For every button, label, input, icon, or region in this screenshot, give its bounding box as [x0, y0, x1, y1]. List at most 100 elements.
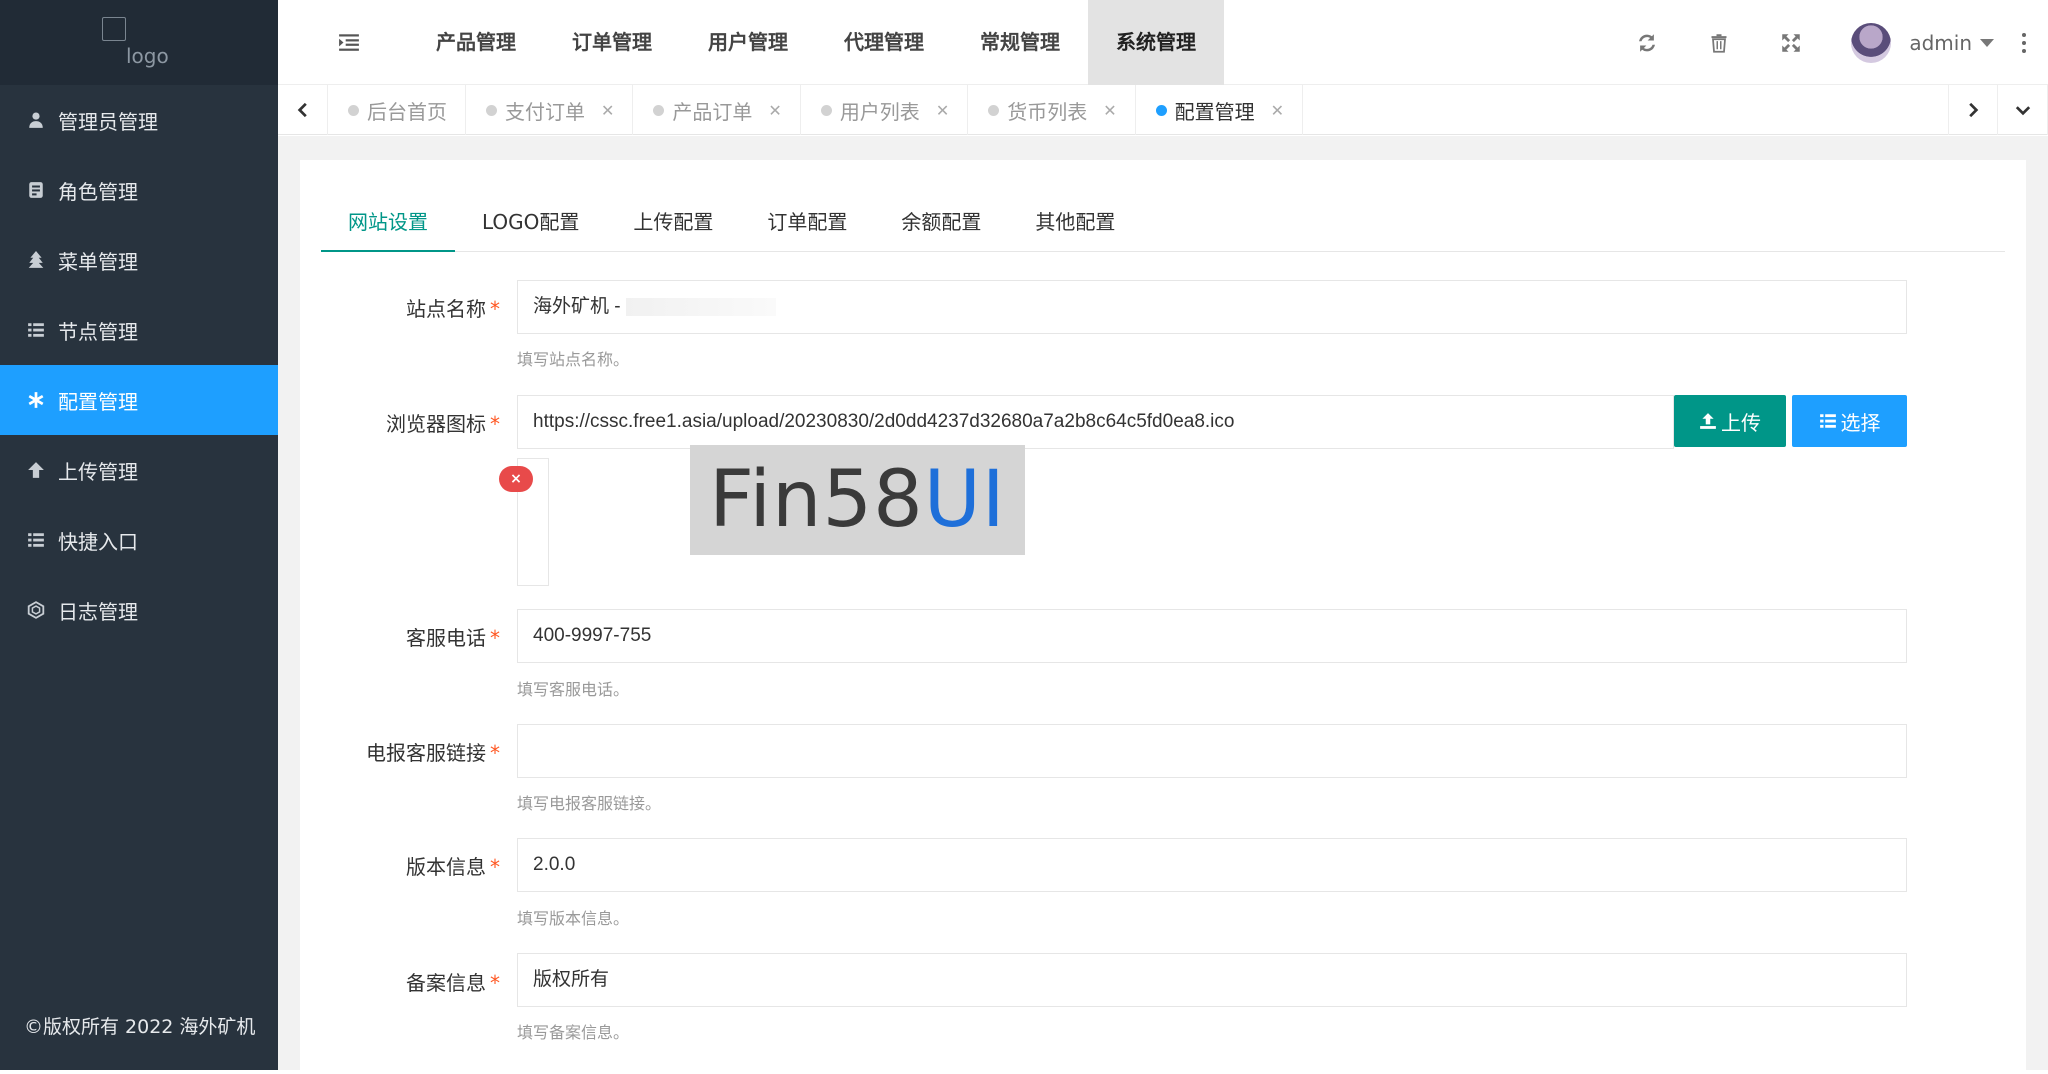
log-icon	[26, 600, 46, 620]
label-text: 电报客服链接	[366, 741, 486, 765]
tab-bar: 后台首页 支付订单 ✕ 产品订单 ✕ 用户列表 ✕ 货币列表 ✕ 配置管理 ✕	[278, 85, 2048, 135]
tab-menu-chevron-down-icon[interactable]	[1998, 85, 2048, 135]
top-nav-product[interactable]: 产品管理	[408, 0, 544, 85]
avatar[interactable]	[1851, 22, 1892, 63]
role-icon	[26, 180, 46, 200]
subtab-other-config[interactable]: 其他配置	[1008, 200, 1142, 252]
required-mark: *	[490, 297, 500, 321]
more-vertical-icon[interactable]	[2014, 32, 2034, 53]
label-text: 站点名称	[406, 297, 486, 321]
sidebar-nav: 管理员管理 角色管理 菜单管理 节点管理 配置管理 上传管理 快捷入口 日志管理	[0, 85, 278, 645]
sidebar-item-menu[interactable]: 菜单管理	[0, 225, 278, 295]
site-name-field[interactable]: 海外矿机 -	[517, 280, 1907, 334]
tab-currency-list[interactable]: 货币列表 ✕	[968, 85, 1136, 135]
record-label: 备案信息 *	[300, 967, 500, 996]
field-value: 400-9997-755	[533, 625, 652, 646]
tab-dot-icon	[653, 104, 665, 116]
tab-dot-icon	[820, 104, 832, 116]
required-mark: *	[490, 412, 500, 436]
tab-scroll-left-icon[interactable]	[278, 85, 328, 135]
telegram-link-field[interactable]	[517, 724, 1907, 778]
tab-dot-icon	[988, 104, 1000, 116]
close-icon[interactable]: ✕	[1271, 101, 1284, 120]
record-field[interactable]: 版权所有	[517, 953, 1907, 1007]
top-nav: 产品管理 订单管理 用户管理 代理管理 常规管理 系统管理	[408, 0, 1224, 85]
site-name-hint: 填写站点名称。	[517, 350, 630, 369]
list-icon	[26, 530, 46, 550]
tab-scroll-right-icon[interactable]	[1948, 85, 1998, 135]
sidebar-item-node[interactable]: 节点管理	[0, 295, 278, 365]
menu-toggle-icon[interactable]	[338, 31, 360, 53]
subtab-balance-config[interactable]: 余额配置	[874, 200, 1008, 252]
tab-user-list[interactable]: 用户列表 ✕	[801, 85, 969, 135]
top-nav-order[interactable]: 订单管理	[544, 0, 680, 85]
button-label: 上传	[1721, 410, 1761, 435]
sidebar-item-log[interactable]: 日志管理	[0, 575, 278, 645]
trash-icon[interactable]	[1707, 31, 1731, 55]
phone-hint: 填写客服电话。	[517, 680, 630, 699]
choose-button[interactable]: 选择	[1792, 395, 1907, 447]
record-hint: 填写备案信息。	[517, 1023, 630, 1042]
tab-dashboard[interactable]: 后台首页	[328, 85, 466, 135]
sidebar: logo 管理员管理 角色管理 菜单管理 节点管理 配置管理 上传管理 快捷入口…	[0, 0, 278, 1070]
sidebar-item-label: 上传管理	[58, 459, 138, 484]
subtab-upload-config[interactable]: 上传配置	[606, 200, 740, 252]
upload-icon	[1700, 413, 1716, 429]
watermark-accent: UI	[923, 455, 1006, 545]
list-icon	[26, 320, 46, 340]
subtab-logo-config[interactable]: LOGO配置	[455, 200, 606, 252]
version-hint: 填写版本信息。	[517, 909, 630, 928]
favicon-label: 浏览器图标 *	[300, 408, 500, 437]
upload-button[interactable]: 上传	[1674, 395, 1786, 447]
tab-dot-icon	[1155, 104, 1167, 116]
close-icon[interactable]: ✕	[601, 101, 614, 120]
refresh-icon[interactable]	[1635, 31, 1659, 55]
delete-preview-icon[interactable]: ×	[499, 466, 533, 492]
watermark-logo: Fin58 UI	[690, 445, 1025, 555]
tab-label: 用户列表	[839, 99, 920, 124]
subtab-site-settings[interactable]: 网站设置	[321, 200, 455, 252]
phone-label: 客服电话 *	[300, 622, 500, 651]
tab-product-orders[interactable]: 产品订单 ✕	[633, 85, 801, 135]
sidebar-item-label: 快捷入口	[58, 529, 138, 554]
broken-image-icon	[102, 17, 126, 41]
sidebar-item-label: 配置管理	[58, 389, 138, 414]
required-mark: *	[490, 626, 500, 650]
sidebar-item-shortcut[interactable]: 快捷入口	[0, 505, 278, 575]
close-icon[interactable]: ✕	[1103, 101, 1116, 120]
top-nav-system[interactable]: 系统管理	[1088, 0, 1224, 85]
sidebar-item-label: 节点管理	[58, 319, 138, 344]
favicon-url-field[interactable]: https://cssc.free1.asia/upload/20230830/…	[517, 395, 1674, 449]
sidebar-item-upload[interactable]: 上传管理	[0, 435, 278, 505]
top-nav-agent[interactable]: 代理管理	[816, 0, 952, 85]
close-icon[interactable]: ✕	[936, 101, 949, 120]
tab-payment-orders[interactable]: 支付订单 ✕	[466, 85, 634, 135]
fullscreen-icon[interactable]	[1779, 31, 1803, 55]
redacted-block	[625, 297, 776, 316]
sidebar-item-label: 日志管理	[58, 599, 138, 624]
user-icon	[26, 110, 46, 130]
top-nav-general[interactable]: 常规管理	[952, 0, 1088, 85]
label-text: 版本信息	[406, 855, 486, 879]
username[interactable]: admin	[1909, 31, 1972, 55]
telegram-label: 电报客服链接 *	[300, 737, 500, 766]
sidebar-item-admin[interactable]: 管理员管理	[0, 85, 278, 155]
config-subtabs: 网站设置 LOGO配置 上传配置 订单配置 余额配置 其他配置	[321, 200, 2005, 252]
telegram-hint: 填写电报客服链接。	[517, 794, 662, 813]
arrow-up-icon	[26, 460, 46, 480]
subtab-order-config[interactable]: 订单配置	[740, 200, 874, 252]
sidebar-item-config[interactable]: 配置管理	[0, 365, 278, 435]
top-nav-user[interactable]: 用户管理	[680, 0, 816, 85]
version-field[interactable]: 2.0.0	[517, 838, 1907, 892]
phone-field[interactable]: 400-9997-755	[517, 609, 1907, 663]
caret-down-icon[interactable]	[1980, 38, 1994, 47]
tab-config[interactable]: 配置管理 ✕	[1136, 85, 1304, 135]
header-tools: admin	[1611, 0, 2048, 85]
asterisk-icon	[26, 390, 46, 410]
tab-label: 货币列表	[1007, 99, 1088, 124]
sidebar-item-role[interactable]: 角色管理	[0, 155, 278, 225]
close-icon[interactable]: ✕	[768, 101, 781, 120]
copyright-text: ©版权所有 2022 海外矿机	[24, 1016, 256, 1038]
logo-area[interactable]: logo	[0, 0, 278, 85]
label-text: 备案信息	[406, 971, 486, 995]
